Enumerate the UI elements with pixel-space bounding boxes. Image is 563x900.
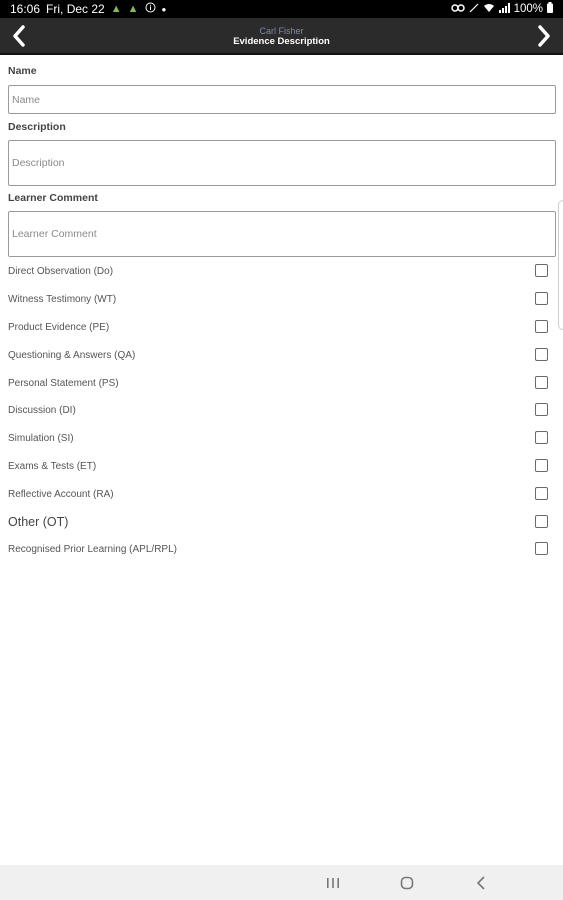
option-reflective-account[interactable]: Reflective Account (RA): [8, 486, 548, 502]
header-subtitle: Carl Fisher: [259, 26, 304, 36]
reflective-account-checkbox[interactable]: [535, 487, 548, 500]
option-recognised-prior-learning[interactable]: Recognised Prior Learning (APL/RPL): [8, 541, 548, 557]
option-questioning-answers[interactable]: Questioning & Answers (QA): [8, 347, 548, 363]
option-label: Witness Testimony (WT): [8, 293, 117, 305]
option-label: Product Evidence (PE): [8, 321, 110, 333]
personal-statement-checkbox[interactable]: [535, 376, 548, 389]
page-title: Evidence Description: [233, 36, 330, 47]
other-checkbox[interactable]: [535, 515, 548, 528]
option-personal-statement[interactable]: Personal Statement (PS): [8, 375, 548, 391]
option-label: Reflective Account (RA): [8, 488, 114, 500]
back-arrow-icon: [476, 875, 485, 890]
name-input[interactable]: [8, 85, 556, 114]
status-time: 16:06: [10, 2, 41, 16]
home-button[interactable]: [387, 865, 427, 900]
link-icon: [450, 3, 465, 15]
option-label: Questioning & Answers (QA): [8, 349, 136, 361]
option-label: Recognised Prior Learning (APL/RPL): [8, 543, 177, 555]
option-label: Simulation (SI): [8, 432, 74, 444]
option-witness-testimony[interactable]: Witness Testimony (WT): [8, 291, 548, 307]
system-back-button[interactable]: [461, 865, 501, 900]
status-date: Fri, Dec 22: [46, 2, 105, 16]
direct-observation-checkbox[interactable]: [535, 264, 548, 277]
system-nav-bar: [0, 865, 563, 900]
battery-icon: [547, 2, 553, 16]
android-icon: ▲: [110, 3, 122, 15]
description-label: Description: [8, 121, 66, 133]
edge-panel-handle[interactable]: [558, 200, 563, 330]
product-evidence-checkbox[interactable]: [535, 320, 548, 333]
exams-tests-checkbox[interactable]: [535, 459, 548, 472]
option-label: Personal Statement (PS): [8, 377, 119, 389]
status-bar: 16:06 Fri, Dec 22 ▲ ▲ ● 100%: [0, 0, 563, 18]
learner-comment-input[interactable]: [8, 211, 556, 257]
wifi-icon: [483, 3, 495, 16]
description-input[interactable]: [8, 140, 556, 186]
simulation-checkbox[interactable]: [535, 431, 548, 444]
option-direct-observation[interactable]: Direct Observation (Do): [8, 263, 548, 279]
notification-dot-icon: ●: [161, 4, 167, 14]
battery-percent: 100%: [513, 3, 543, 15]
forward-button[interactable]: [531, 23, 557, 49]
option-label: Discussion (DI): [8, 404, 76, 416]
mute-icon: [469, 3, 479, 16]
recent-apps-button[interactable]: [313, 865, 353, 900]
option-product-evidence[interactable]: Product Evidence (PE): [8, 319, 548, 335]
recent-apps-icon: [327, 877, 339, 888]
questioning-answers-checkbox[interactable]: [535, 348, 548, 361]
option-simulation[interactable]: Simulation (SI): [8, 430, 548, 446]
recognised-prior-learning-checkbox[interactable]: [535, 542, 548, 555]
witness-testimony-checkbox[interactable]: [535, 292, 548, 305]
home-icon: [400, 876, 414, 889]
name-label: Name: [8, 65, 37, 77]
option-label: Direct Observation (Do): [8, 265, 114, 277]
android-icon: ▲: [127, 3, 139, 15]
chevron-right-icon: [538, 25, 550, 47]
option-label: Exams & Tests (ET): [8, 460, 97, 472]
option-label: Other (OT): [8, 515, 69, 529]
learner-comment-label: Learner Comment: [8, 192, 98, 204]
app-header: Carl Fisher Evidence Description: [0, 18, 563, 55]
signal-icon: [498, 2, 510, 16]
option-exams-tests[interactable]: Exams & Tests (ET): [8, 458, 548, 474]
discussion-checkbox[interactable]: [535, 403, 548, 416]
option-discussion[interactable]: Discussion (DI): [8, 402, 548, 418]
info-icon: [145, 2, 156, 16]
option-other[interactable]: Other (OT): [8, 514, 548, 530]
